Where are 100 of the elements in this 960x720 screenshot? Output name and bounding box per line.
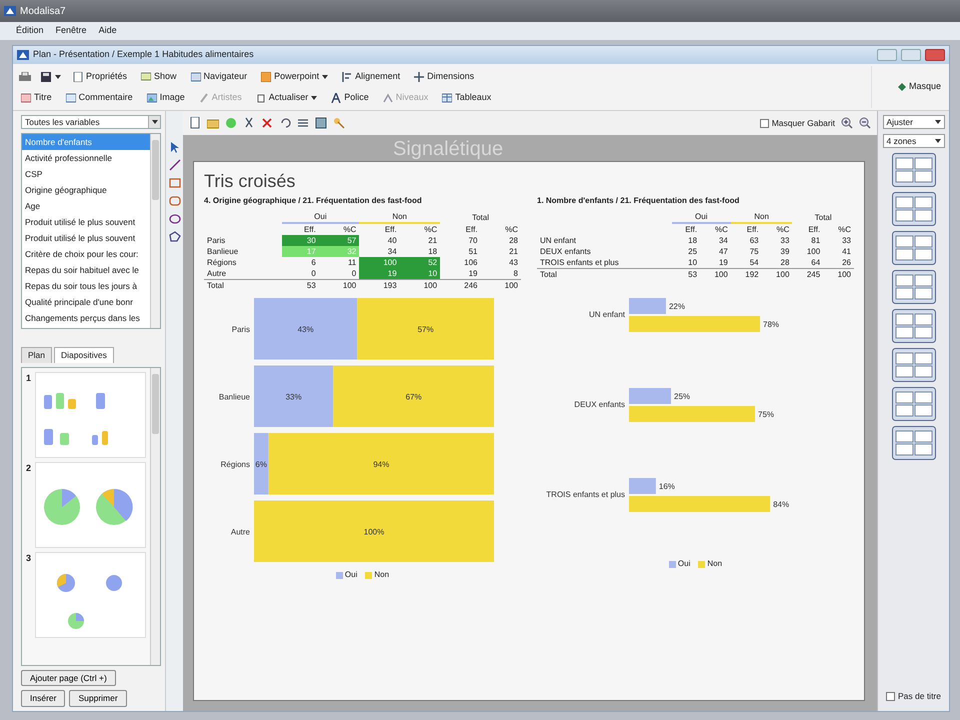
variable-item[interactable]: Critère de choix pour les cour: <box>22 246 150 262</box>
variable-item[interactable]: Origine géographique <box>22 182 150 198</box>
variable-item[interactable]: Qualité principale d'une bonr <box>22 294 150 310</box>
document-icon <box>73 72 83 82</box>
variable-item[interactable]: Age <box>22 198 150 214</box>
toolbar-button[interactable]: Navigateur <box>188 70 250 84</box>
hide-template-checkbox[interactable]: Masquer Gabarit <box>760 116 835 130</box>
layout-icon[interactable] <box>892 348 936 382</box>
table-cell-text: 81 <box>810 235 822 246</box>
row-label: Total <box>537 268 672 280</box>
app-title: Modalisa7 <box>20 4 66 18</box>
toolbar-button[interactable]: Commentaire <box>64 90 135 104</box>
value-label: 43% <box>298 324 314 334</box>
line-icon[interactable] <box>168 159 180 171</box>
list-icon[interactable] <box>297 117 309 129</box>
table-title: 1. Nombre d'enfants / 21. Fréquentation des fast-food <box>537 195 740 207</box>
table-cell-text: 33 <box>841 235 852 246</box>
mask-button[interactable]: Masque <box>896 80 943 94</box>
panel-button[interactable]: Insérer <box>21 690 66 707</box>
layout-icon[interactable] <box>892 426 936 460</box>
zoom-out-icon[interactable] <box>859 117 871 129</box>
table-cell-text: 43 <box>508 257 519 268</box>
variables-dropdown[interactable]: Toutes les variables <box>21 115 161 129</box>
table-cell: 192 <box>730 268 762 280</box>
layout-icon[interactable] <box>892 153 936 187</box>
panel-tab[interactable]: Plan <box>21 347 52 363</box>
table-cell: 8 <box>480 268 521 280</box>
axis-label: Régions <box>220 460 250 469</box>
variable-item[interactable]: Repas du soir habituel avec le <box>22 262 150 278</box>
axis-label: Autre <box>230 527 250 536</box>
table-cell-text: 21 <box>427 235 438 246</box>
toolbar-button[interactable]: Powerpoint <box>259 70 330 84</box>
table-cell: 193 <box>359 280 400 291</box>
variable-item[interactable]: Changements perçus dans les <box>22 310 150 326</box>
caret-icon <box>152 120 158 124</box>
layout-icon[interactable] <box>892 270 936 304</box>
caret-icon <box>322 74 328 78</box>
pointer-icon[interactable] <box>168 141 180 153</box>
polygon-icon[interactable] <box>168 231 180 243</box>
table-cell: 51 <box>440 246 481 257</box>
document-icon[interactable] <box>189 117 201 129</box>
variable-item[interactable]: Produit utilisé le plus souvent <box>22 230 150 246</box>
rectangle-icon[interactable] <box>168 177 180 189</box>
printer-icon[interactable] <box>19 72 31 82</box>
toolbar-button[interactable]: Titre <box>19 90 54 104</box>
toolbar-button[interactable]: Image <box>144 90 187 104</box>
table-cell: 34 <box>359 246 400 257</box>
column-group-header: Total <box>814 212 833 223</box>
panel-tab[interactable]: Diapositives <box>54 347 114 363</box>
value-label: 33% <box>286 392 302 402</box>
table-cell: 100 <box>359 257 400 268</box>
screen-icon <box>141 72 152 82</box>
column-group-header: Total <box>440 211 521 223</box>
zoom-dropdown[interactable]: Ajuster <box>882 115 944 129</box>
grid-icon[interactable] <box>315 117 327 129</box>
rounded-rectangle-icon[interactable] <box>168 195 180 207</box>
table-cell: 6 <box>282 257 319 268</box>
variable-item[interactable]: Repas du soir tous les jours à <box>22 278 150 294</box>
value-label: 75% <box>758 410 774 419</box>
table-cell-text: 75 <box>748 246 760 257</box>
toolbar-button[interactable]: Dimensions <box>412 70 476 84</box>
column-header: %C <box>400 223 440 235</box>
ellipse-icon[interactable] <box>168 213 180 225</box>
value-label: 25% <box>674 392 690 401</box>
table-cell: 28 <box>762 257 792 268</box>
table-title: 4. Origine géographique / 21. Fréquentation des fast-food <box>204 195 423 207</box>
table-cell-text: 34 <box>718 235 729 246</box>
toolbar-button[interactable]: Propriétés <box>71 70 130 84</box>
table-cell: 100 <box>480 280 521 291</box>
toolbar-button[interactable]: Police <box>329 90 371 104</box>
table-cell: 19 <box>359 268 400 280</box>
column-header: %C <box>700 223 731 235</box>
undo-icon[interactable] <box>279 117 291 129</box>
scissors-icon[interactable] <box>243 117 255 129</box>
layout-icon[interactable] <box>892 387 936 421</box>
toolbar-button[interactable]: Tableaux <box>440 90 494 104</box>
layout-icon[interactable] <box>892 231 936 265</box>
layout-dropdown[interactable]: 4 zones <box>882 134 944 148</box>
delete-icon[interactable] <box>261 117 273 129</box>
table-cell: 100 <box>700 268 731 280</box>
menu-item[interactable]: Édition <box>16 24 44 38</box>
menu-item[interactable]: Fenêtre <box>56 24 87 38</box>
layout-icon[interactable] <box>892 309 936 343</box>
add-page-button[interactable]: Ajouter page (Ctrl +) <box>21 670 116 686</box>
scrollbar[interactable] <box>150 368 160 664</box>
toolbar-button[interactable]: Actualiser <box>254 90 320 104</box>
magic-wand-icon[interactable] <box>333 117 345 129</box>
variable-item[interactable]: Activité professionnelle <box>22 150 150 166</box>
toolbar-button[interactable]: Show <box>139 70 179 84</box>
folder-icon[interactable] <box>207 117 219 129</box>
no-title-checkbox[interactable]: Pas de titre <box>886 690 941 703</box>
scrollbar[interactable] <box>150 134 160 328</box>
save-button[interactable] <box>41 72 61 82</box>
menu-item[interactable]: Aide <box>98 24 117 38</box>
layout-icon[interactable] <box>892 192 936 226</box>
variable-item[interactable]: CSP <box>22 166 150 182</box>
panel-button[interactable]: Supprimer <box>69 690 127 707</box>
zoom-in-icon[interactable] <box>841 117 853 129</box>
toolbar-button[interactable]: Alignement <box>340 70 402 84</box>
variable-item[interactable]: Produit utilisé le plus souvent <box>22 214 150 230</box>
